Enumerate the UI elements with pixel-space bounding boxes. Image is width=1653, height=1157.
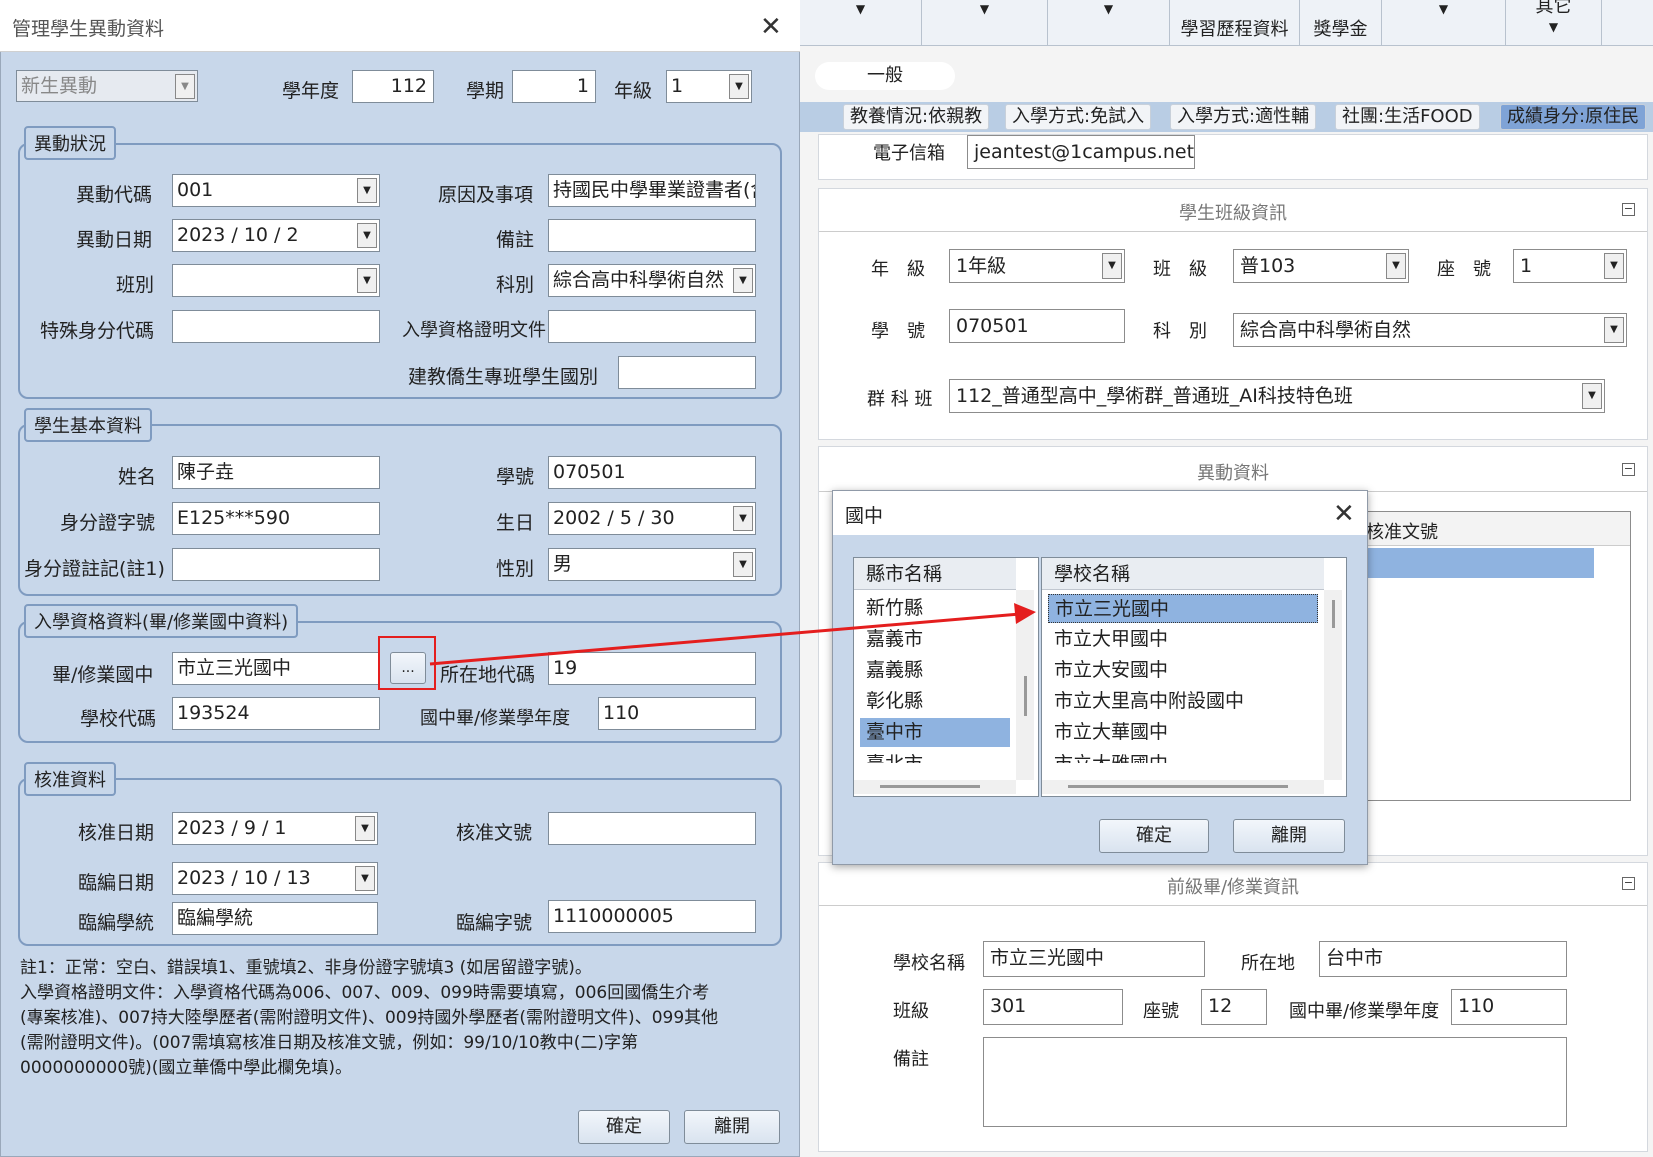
annotation-arrow [429, 603, 1036, 666]
